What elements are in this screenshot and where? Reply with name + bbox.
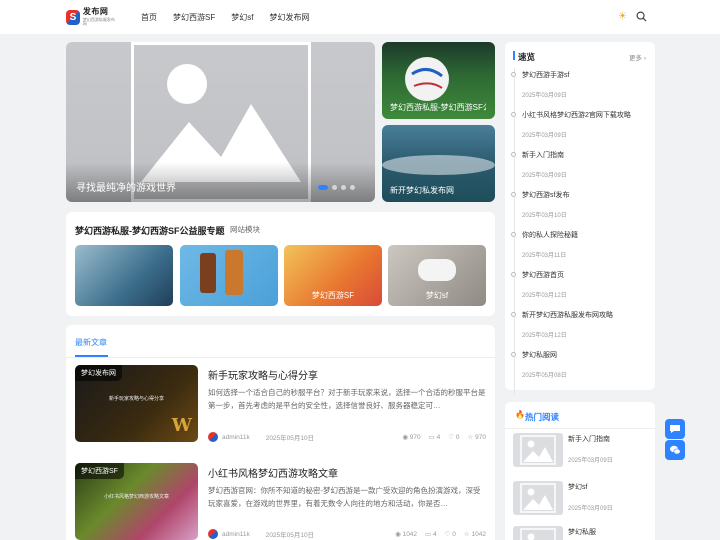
hot-reading-panel: 🔥 热门阅读 新手入门指南 2025年03月09日 梦幻sf 2025年03月0…: [505, 402, 655, 540]
views-count: 970: [409, 434, 421, 441]
more-link[interactable]: 更多 ›: [629, 52, 646, 62]
timeline-item[interactable]: 新手入门指南 2025年03月09日: [511, 150, 647, 179]
comment-icon: ▭: [428, 434, 437, 441]
topic-tag[interactable]: 网站模块: [230, 224, 260, 235]
nav-item-home[interactable]: 首页: [141, 12, 157, 23]
timeline-item[interactable]: 梦幻私服网 2025年05月08日: [511, 350, 647, 379]
side-banner-1[interactable]: 梦幻西游私服-梦幻西游SF公益服专题: [382, 42, 495, 119]
wechat-icon: [670, 445, 681, 455]
eye-icon: ◉: [402, 434, 410, 441]
logo-mark: S: [66, 9, 80, 25]
avatar[interactable]: [208, 432, 218, 442]
comments-count: 4: [433, 531, 437, 538]
article-thumbnail-text: 小红书风格梦幻西游攻略文章: [103, 494, 169, 500]
image-placeholder-icon: [513, 481, 563, 515]
article-title[interactable]: 小红书风格梦幻西游攻略文章: [208, 465, 338, 480]
hot-reading-title: 热门阅读: [525, 412, 560, 422]
site-header: S 发布网 梦幻西游私服发布网 首页 梦幻西游SF 梦幻sf 梦幻发布网 ☀: [0, 0, 720, 34]
timeline-item[interactable]: 梦幻西游首页 2025年03月12日: [511, 270, 647, 299]
hot-item[interactable]: 新手入门指南 2025年03月09日: [513, 433, 649, 467]
quick-view-title: 速览: [518, 52, 536, 62]
article-title[interactable]: 新手玩家攻略与心得分享: [208, 367, 318, 382]
main-banner[interactable]: 寻找最纯净的游戏世界: [66, 42, 375, 202]
topic-tile-caption: 梦幻sf: [425, 291, 449, 300]
carousel-dots[interactable]: [318, 185, 355, 190]
eye-icon: ◉: [395, 531, 403, 538]
logo-text: 发布网: [82, 7, 109, 16]
latest-articles: 最新文章 梦幻发布网 新手玩家攻略与心得分享 W 新手玩家攻略与心得分享 如何选…: [66, 325, 495, 540]
theme-toggle-sun-icon[interactable]: ☀: [618, 12, 628, 22]
article-category-label[interactable]: 梦幻西游SF: [75, 463, 124, 479]
thumb-icon: ☆: [467, 434, 476, 441]
side-banner-2-caption: 新开梦幻私发布网: [390, 186, 454, 195]
article-category-label[interactable]: 梦幻发布网: [75, 365, 122, 381]
timeline-item[interactable]: 梦幻西游sf发布 2025年03月10日: [511, 190, 647, 219]
article-thumbnail[interactable]: 梦幻发布网 新手玩家攻略与心得分享 W: [75, 365, 198, 442]
soccer-ball-icon: [405, 57, 449, 101]
avatar[interactable]: [208, 529, 218, 539]
article-thumbnail-text: 新手玩家攻略与心得分享: [108, 396, 164, 402]
timeline-item[interactable]: 小红书风格梦幻西游2官网下载攻略 2025年03月09日: [511, 110, 647, 139]
timeline-item[interactable]: 梦幻西游手游sf 2025年03月09日: [511, 70, 647, 99]
side-banner-2[interactable]: 新开梦幻私发布网: [382, 125, 495, 202]
logo-subtext: 梦幻西游私服发布网: [82, 17, 115, 26]
nav-item-mhxy-sf[interactable]: 梦幻西游SF: [173, 12, 215, 23]
timeline-item[interactable]: 你的私人探险秘籍 2025年03月11日: [511, 230, 647, 259]
wechat-float-button[interactable]: [665, 440, 685, 460]
topic-section: 梦幻西游私服-梦幻西游SF公益服专题 网站模块 梦幻西游SF 梦幻sf: [66, 212, 495, 316]
like-icon: ♡: [448, 434, 456, 441]
topic-tile[interactable]: [180, 245, 278, 306]
article-author[interactable]: admin11k: [222, 531, 250, 538]
hot-item[interactable]: 梦幻sf 2025年03月09日: [513, 481, 649, 515]
comment-icon: ▭: [425, 531, 433, 538]
views-count: 1042: [402, 531, 418, 538]
thumb-icon: ☆: [463, 531, 472, 538]
banner-caption: 寻找最纯净的游戏世界: [76, 183, 176, 194]
article-meta: admin11k 2025年05月10日 ◉ 1042 ▭ 4 ♡ 0 ☆ 10…: [208, 528, 486, 540]
likes-count: 0: [452, 531, 456, 538]
hot-item[interactable]: 梦幻私服: [513, 526, 649, 540]
search-icon[interactable]: [636, 11, 647, 22]
comments-count: 4: [436, 434, 441, 441]
article-date: 2025年05月10日: [265, 532, 315, 539]
article-author[interactable]: admin11k: [222, 434, 250, 441]
side-banner-1-caption: 梦幻西游私服-梦幻西游SF公益服专题: [390, 103, 486, 112]
image-placeholder-icon: [513, 526, 563, 540]
article-thumbnail[interactable]: 梦幻西游SF 小红书风格梦幻西游攻略文章: [75, 463, 198, 540]
timeline-item[interactable]: 新开梦幻西游私服发布网攻略 2025年03月12日: [511, 310, 647, 339]
topic-tile[interactable]: 梦幻sf: [388, 245, 486, 306]
game-logo-icon: W: [171, 415, 192, 436]
topic-title[interactable]: 梦幻西游私服-梦幻西游SF公益服专题: [75, 224, 225, 237]
article-date: 2025年05月10日: [265, 435, 315, 442]
likes-count: 0: [455, 434, 460, 441]
main-nav: 首页 梦幻西游SF 梦幻sf 梦幻发布网: [141, 0, 325, 34]
nav-item-publish[interactable]: 梦幻发布网: [269, 12, 309, 23]
article-excerpt: 梦幻西游官网：你所不知道的秘密-梦幻西游是一款广受欢迎的角色扮演游戏，深受玩家喜…: [208, 486, 481, 508]
nav-item-mh-sf[interactable]: 梦幻sf: [231, 12, 253, 23]
article-excerpt: 如何选择一个适合自己的秒服平台？对于新手玩家来说，选择一个合适的秒服平台是第一步…: [208, 388, 486, 410]
fire-icon: 🔥: [515, 410, 525, 419]
quick-view-panel: 速览 更多 › 梦幻西游手游sf 2025年03月09日 小红书风格梦幻西游2官网…: [505, 42, 655, 394]
chat-icon: [670, 425, 680, 433]
site-logo[interactable]: S 发布网 梦幻西游私服发布网: [66, 7, 116, 27]
tab-latest[interactable]: 最新文章: [75, 337, 107, 348]
stars-count: 970: [475, 434, 486, 441]
topic-tile[interactable]: 梦幻西游SF: [284, 245, 382, 306]
topic-tile[interactable]: [75, 245, 173, 306]
image-placeholder-icon: [513, 433, 563, 467]
article-meta: admin11k 2025年05月10日 ◉ 970 ▭ 4 ♡ 0 ☆ 970: [208, 431, 486, 443]
chat-float-button[interactable]: [665, 419, 685, 439]
stars-count: 1042: [471, 531, 486, 538]
topic-tile-caption: 梦幻西游SF: [311, 291, 355, 300]
